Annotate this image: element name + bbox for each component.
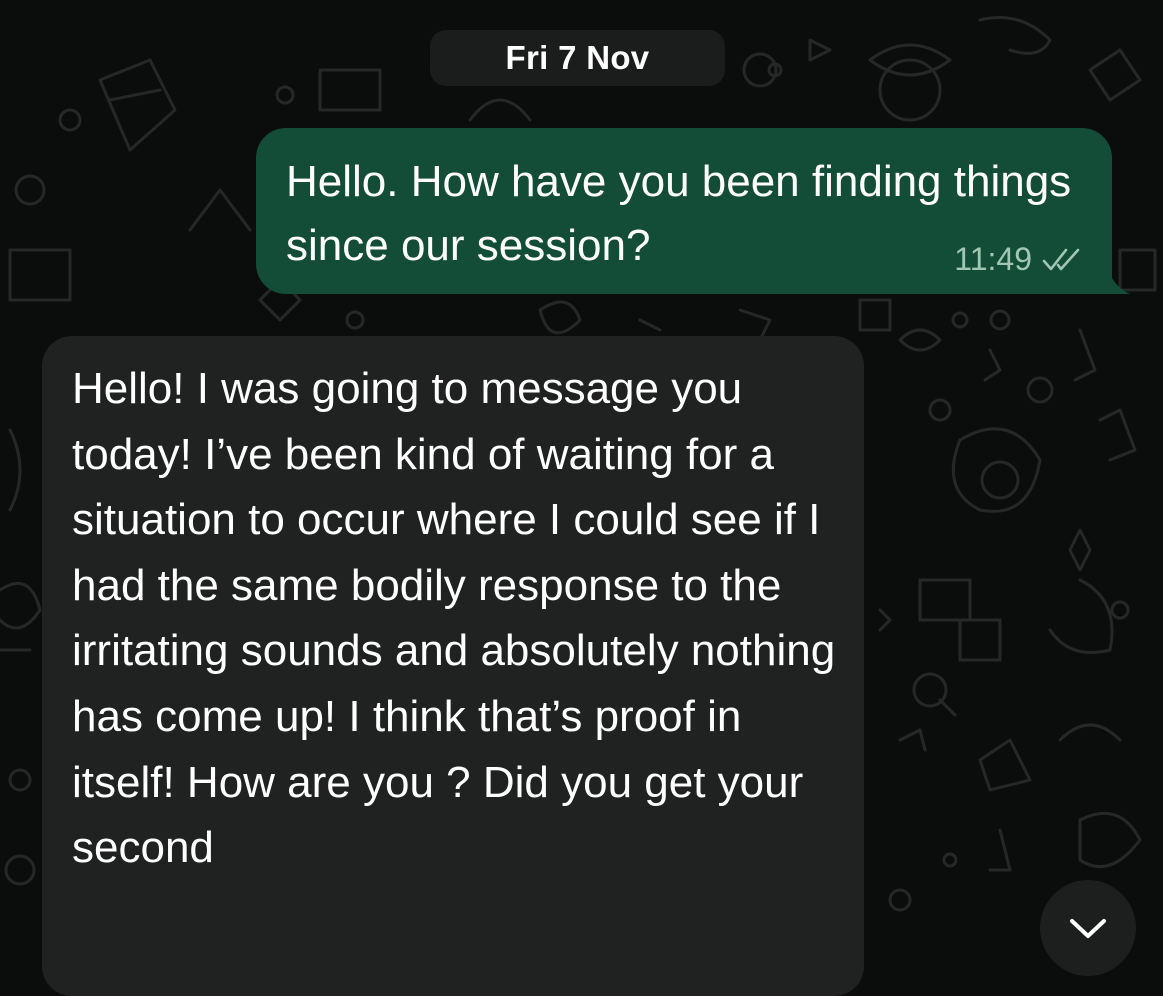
chevron-down-icon: [1070, 919, 1106, 938]
scroll-to-bottom-button[interactable]: [1040, 880, 1136, 976]
date-separator: Fri 7 Nov: [430, 30, 725, 86]
double-check-icon: [1042, 248, 1080, 270]
message-meta: 11:49: [954, 241, 1084, 278]
outgoing-message-bubble[interactable]: Hello. How have you been finding things …: [256, 128, 1130, 294]
incoming-message-text: Hello! I was going to message you today!…: [72, 364, 836, 873]
incoming-message-bubble[interactable]: Hello! I was going to message you today!…: [42, 336, 864, 996]
date-separator-label: Fri 7 Nov: [505, 39, 650, 76]
message-time: 11:49: [954, 241, 1032, 277]
bubble-tail: [1092, 264, 1130, 294]
